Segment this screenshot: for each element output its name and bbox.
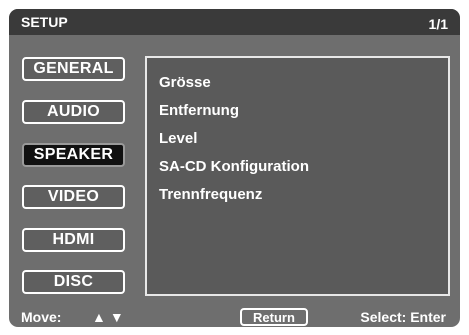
- page-title: SETUP: [21, 14, 68, 30]
- speaker-menu-panel: Grösse Entfernung Level SA-CD Konfigurat…: [145, 56, 450, 296]
- tab-speaker[interactable]: SPEAKER: [22, 143, 125, 167]
- up-arrow-icon: ▲: [92, 309, 110, 325]
- menu-item-trennfrequenz[interactable]: Trennfrequenz: [159, 186, 262, 203]
- tab-hdmi[interactable]: HDMI: [22, 228, 125, 252]
- move-label: Move:: [21, 309, 62, 325]
- setup-screen: SETUP 1/1 GENERAL AUDIO SPEAKER VIDEO HD…: [9, 9, 460, 327]
- page-indicator: 1/1: [428, 16, 448, 32]
- menu-item-level[interactable]: Level: [159, 130, 197, 147]
- tab-video[interactable]: VIDEO: [22, 185, 125, 209]
- footer-bar: Move: ▲▼ Return Select: Enter: [9, 302, 460, 327]
- tab-general[interactable]: GENERAL: [22, 57, 125, 81]
- return-button[interactable]: Return: [240, 308, 308, 326]
- menu-item-groesse[interactable]: Grösse: [159, 74, 211, 91]
- tab-disc[interactable]: DISC: [22, 270, 125, 294]
- menu-item-entfernung[interactable]: Entfernung: [159, 102, 239, 119]
- menu-item-sacd-konfiguration[interactable]: SA-CD Konfiguration: [159, 158, 309, 175]
- down-arrow-icon: ▼: [109, 309, 128, 325]
- select-hint: Select: Enter: [360, 309, 446, 325]
- title-bar: SETUP 1/1: [9, 9, 460, 35]
- tab-audio[interactable]: AUDIO: [22, 100, 125, 124]
- move-arrows: ▲▼: [92, 309, 128, 325]
